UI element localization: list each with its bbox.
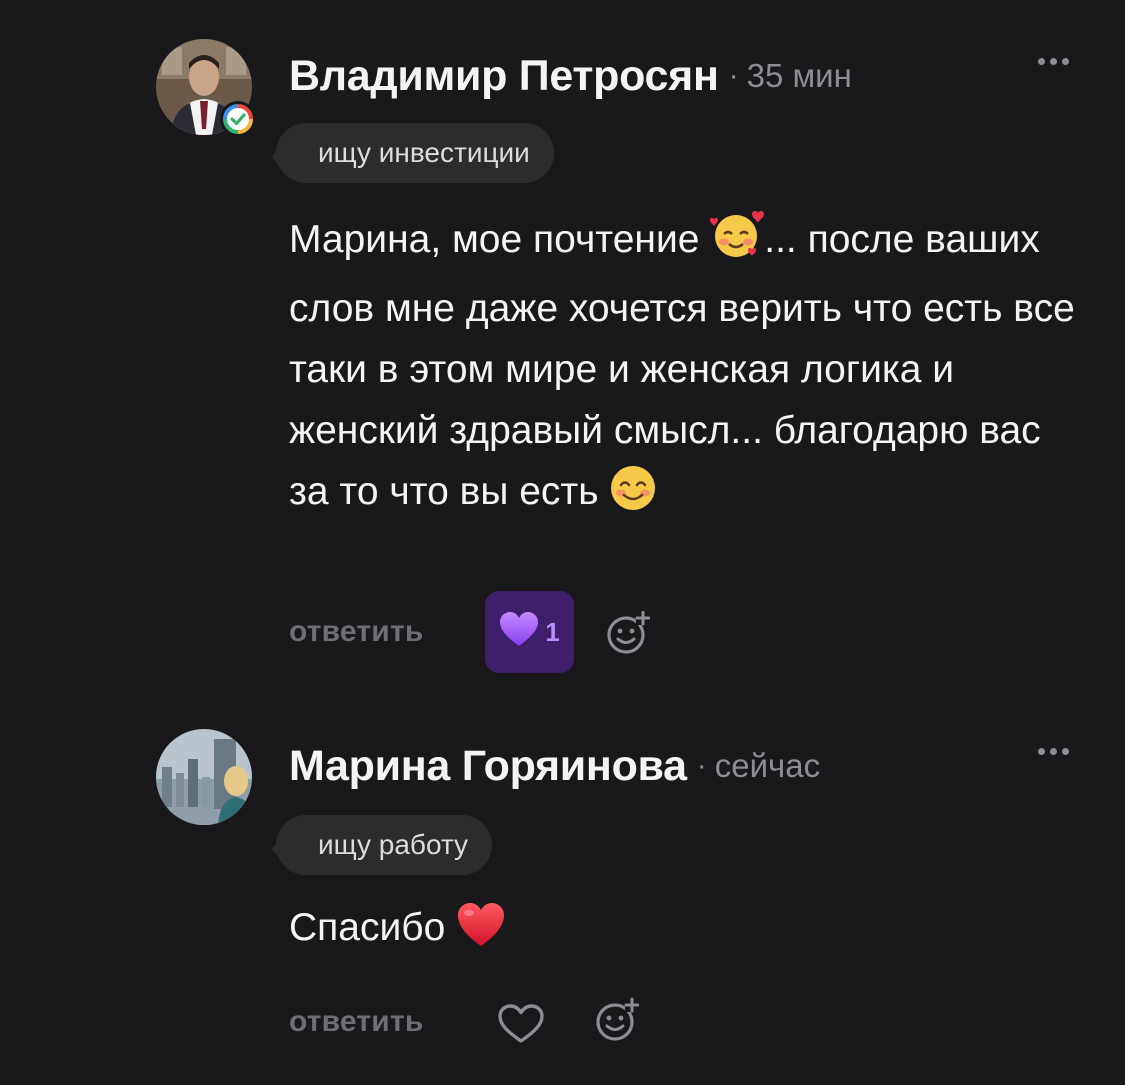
- more-icon[interactable]: [1038, 58, 1069, 65]
- red-heart-emoji: [456, 902, 506, 966]
- avatar-photo: [156, 729, 252, 825]
- separator: ·: [696, 749, 707, 782]
- like-count: 1: [545, 616, 560, 647]
- add-reaction-icon[interactable]: [606, 610, 651, 660]
- status-tag: ищу инвестиции: [271, 123, 554, 183]
- verified-icon: [220, 101, 256, 137]
- like-button[interactable]: 1: [485, 591, 574, 673]
- separator: ·: [728, 59, 739, 92]
- reply-button[interactable]: ответить: [289, 1005, 423, 1039]
- avatar[interactable]: [156, 39, 256, 137]
- purple-heart-icon: [499, 611, 539, 653]
- status-tag-label: ищу инвестиции: [276, 123, 554, 183]
- comment-actions: ответить: [289, 992, 640, 1052]
- status-tag-label: ищу работу: [276, 815, 493, 875]
- author-name[interactable]: Марина Горяинова: [289, 742, 687, 791]
- smiling-face-emoji: [609, 464, 657, 530]
- author-name[interactable]: Владимир Петросян: [289, 52, 719, 101]
- reply-button[interactable]: ответить: [289, 615, 423, 649]
- comment-text: Марина, мое почтение ... после ваших сло…: [289, 208, 1079, 530]
- comment-header: Владимир Петросян · 35 мин: [289, 46, 852, 106]
- heart-icon[interactable]: [497, 1004, 545, 1049]
- comment-header: Марина Горяинова · сейчас: [289, 736, 820, 796]
- more-icon[interactable]: [1038, 748, 1069, 755]
- smiling-face-with-hearts-emoji: [710, 208, 765, 278]
- timestamp: 35 мин: [746, 57, 852, 94]
- comment-actions: ответить 1: [289, 591, 651, 673]
- timestamp: сейчас: [714, 747, 821, 784]
- add-reaction-icon[interactable]: [595, 997, 640, 1047]
- status-tag: ищу работу: [271, 815, 493, 875]
- avatar[interactable]: [156, 729, 252, 825]
- comment-text: Спасибо: [289, 897, 1079, 966]
